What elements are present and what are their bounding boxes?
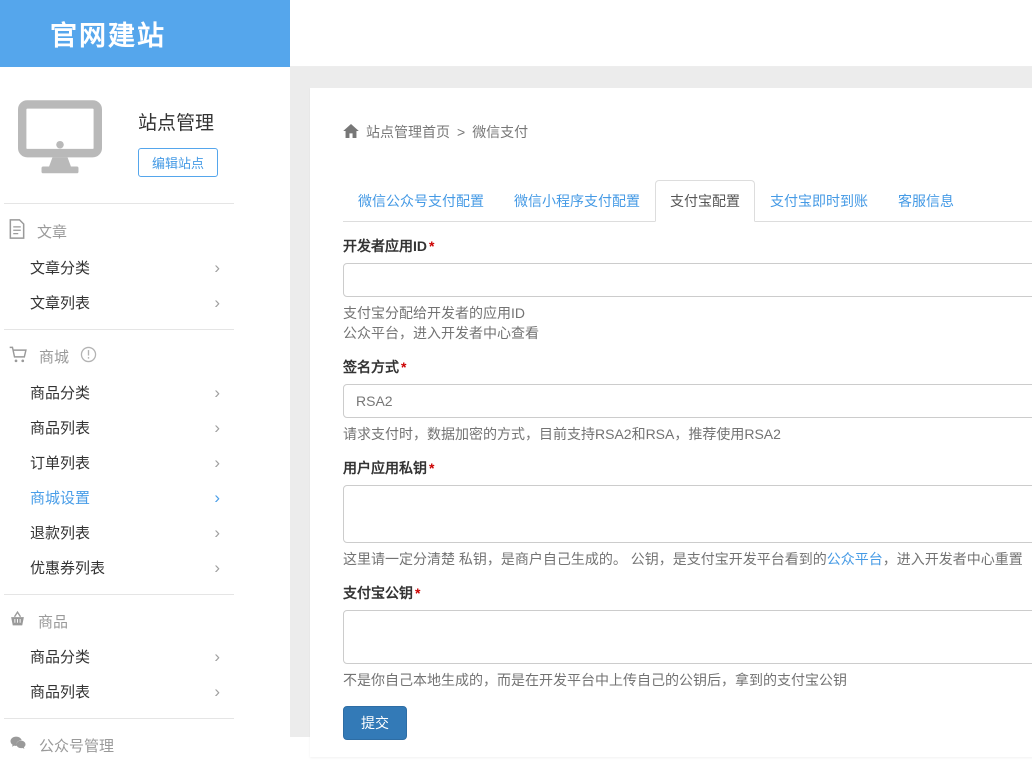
chevron-right-icon: › xyxy=(214,683,220,700)
content-card: 站点管理首页 > 微信支付 微信公众号支付配置 微信小程序支付配置 支付宝配置 … xyxy=(310,88,1032,757)
menu-item-label: 优惠券列表 xyxy=(30,557,105,578)
required-asterisk: * xyxy=(415,585,420,601)
menu-section-official-account: 公众号管理 xyxy=(0,719,290,772)
breadcrumb-current: 微信支付 xyxy=(472,122,528,142)
site-manage-title: 站点管理 xyxy=(138,108,218,135)
sidebar-menu: 文章 文章分类 › 文章列表 › 商 xyxy=(0,203,290,772)
section-header-mall: 商城 xyxy=(0,330,290,375)
tab-alipay-instant[interactable]: 支付宝即时到账 xyxy=(755,180,883,222)
help-text-after: ，进入开发者中心重置 xyxy=(883,551,1023,567)
public-platform-link[interactable]: 公众平台 xyxy=(827,551,883,567)
home-icon xyxy=(343,124,359,141)
help-text-before: 这里请一定分清楚 私钥，是商户自己生成的。 公钥，是支付宝开发平台看到的 xyxy=(343,551,827,567)
user-private-key-textarea[interactable] xyxy=(343,485,1032,543)
sidebar-item-goods-list[interactable]: 商品列表 › xyxy=(0,410,290,445)
sidebar-item-coupon-list[interactable]: 优惠券列表 › xyxy=(0,550,290,585)
field-sign-type: 签名方式* 请求支付时，数据加密的方式，目前支持RSA2和RSA，推荐使用RSA… xyxy=(343,357,1032,444)
field-label: 开发者应用ID* xyxy=(343,236,434,256)
field-label-text: 支付宝公钥 xyxy=(343,585,413,601)
sidebar-item-order-list[interactable]: 订单列表 › xyxy=(0,445,290,480)
field-help: 支付宝分配给开发者的应用ID xyxy=(343,303,1032,323)
document-icon xyxy=(8,219,26,243)
field-alipay-public-key: 支付宝公钥* 不是你自己本地生成的，而是在开发平台中上传自己的公钥后，拿到的支付… xyxy=(343,583,1032,690)
section-label: 文章 xyxy=(37,221,67,242)
submit-button[interactable]: 提交 xyxy=(343,706,407,740)
tab-bar: 微信公众号支付配置 微信小程序支付配置 支付宝配置 支付宝即时到账 客服信息 xyxy=(343,180,1032,222)
sidebar-header: 站点管理 编辑站点 xyxy=(0,67,290,179)
chevron-right-icon: › xyxy=(214,259,220,276)
sidebar-item-article-list[interactable]: 文章列表 › xyxy=(0,285,290,320)
breadcrumb: 站点管理首页 > 微信支付 xyxy=(343,122,1032,142)
menu-item-label: 文章列表 xyxy=(30,292,90,313)
chevron-right-icon: › xyxy=(214,489,220,506)
chevron-right-icon: › xyxy=(214,384,220,401)
chevron-right-icon: › xyxy=(214,524,220,541)
breadcrumb-home[interactable]: 站点管理首页 xyxy=(366,122,450,142)
section-header-article: 文章 xyxy=(0,204,290,250)
menu-item-label: 订单列表 xyxy=(30,452,90,473)
wechat-icon xyxy=(8,734,28,756)
tab-wechat-miniprogram-pay[interactable]: 微信小程序支付配置 xyxy=(499,180,655,222)
logo-block: 官网建站 xyxy=(0,0,290,67)
menu-item-label: 文章分类 xyxy=(30,257,90,278)
menu-item-label: 商品列表 xyxy=(30,681,90,702)
menu-item-label: 退款列表 xyxy=(30,522,90,543)
menu-section-product: 商品 商品分类 › 商品列表 › xyxy=(0,595,290,718)
sidebar: 站点管理 编辑站点 文章 文章分类 › 文章列表 › xyxy=(0,67,290,737)
sidebar-item-product-list[interactable]: 商品列表 › xyxy=(0,674,290,709)
field-label-text: 开发者应用ID xyxy=(343,238,427,254)
field-help: 公众平台，进入开发者中心查看 xyxy=(343,323,1032,343)
required-asterisk: * xyxy=(429,238,434,254)
chevron-right-icon: › xyxy=(214,454,220,471)
breadcrumb-separator: > xyxy=(457,124,465,140)
cart-icon xyxy=(8,345,28,368)
section-header-official-account[interactable]: 公众号管理 xyxy=(0,719,290,763)
required-asterisk: * xyxy=(401,359,406,375)
sidebar-item-article-category[interactable]: 文章分类 › xyxy=(0,250,290,285)
menu-item-label: 商品分类 xyxy=(30,382,90,403)
top-bar: 官网建站 xyxy=(0,0,1032,67)
menu-section-mall: 商城 商品分类 › 商品列表 › 订单列表 › xyxy=(0,330,290,594)
chevron-right-icon: › xyxy=(214,294,220,311)
sidebar-header-right: 站点管理 编辑站点 xyxy=(138,100,218,179)
chevron-right-icon: › xyxy=(214,419,220,436)
main-area: 站点管理首页 > 微信支付 微信公众号支付配置 微信小程序支付配置 支付宝配置 … xyxy=(290,67,1032,737)
required-asterisk: * xyxy=(429,460,434,476)
chevron-right-icon: › xyxy=(214,559,220,576)
field-help: 请求支付时，数据加密的方式，目前支持RSA2和RSA，推荐使用RSA2 xyxy=(343,424,1032,444)
tab-alipay-config[interactable]: 支付宝配置 xyxy=(655,180,755,222)
field-label: 签名方式* xyxy=(343,357,406,377)
sidebar-item-goods-category[interactable]: 商品分类 › xyxy=(0,375,290,410)
sidebar-item-refund-list[interactable]: 退款列表 › xyxy=(0,515,290,550)
menu-section-article: 文章 文章分类 › 文章列表 › xyxy=(0,204,290,329)
edit-site-button[interactable]: 编辑站点 xyxy=(138,148,218,177)
field-label: 用户应用私钥* xyxy=(343,458,434,478)
menu-item-label: 商品列表 xyxy=(30,417,90,438)
sidebar-item-product-category[interactable]: 商品分类 › xyxy=(0,639,290,674)
section-label: 公众号管理 xyxy=(39,735,114,756)
field-help: 不是你自己本地生成的，而是在开发平台中上传自己的公钥后，拿到的支付宝公钥 xyxy=(343,670,1032,690)
tab-customer-service[interactable]: 客服信息 xyxy=(883,180,969,222)
exclamation-circle-icon xyxy=(80,346,97,367)
developer-app-id-input[interactable] xyxy=(343,263,1032,297)
field-label-text: 签名方式 xyxy=(343,359,399,375)
chevron-right-icon: › xyxy=(214,648,220,665)
field-help: 这里请一定分清楚 私钥，是商户自己生成的。 公钥，是支付宝开发平台看到的公众平台… xyxy=(343,549,1032,569)
section-header-product: 商品 xyxy=(0,595,290,639)
basket-icon xyxy=(8,610,27,632)
sidebar-item-mall-settings[interactable]: 商城设置 › xyxy=(0,480,290,515)
monitor-icon xyxy=(18,100,102,179)
field-label-text: 用户应用私钥 xyxy=(343,460,427,476)
section-label: 商城 xyxy=(39,346,69,367)
menu-item-label: 商品分类 xyxy=(30,646,90,667)
app-logo: 官网建站 xyxy=(50,14,166,53)
field-developer-app-id: 开发者应用ID* 支付宝分配给开发者的应用ID 公众平台，进入开发者中心查看 xyxy=(343,236,1032,343)
menu-item-label: 商城设置 xyxy=(30,487,90,508)
alipay-public-key-textarea[interactable] xyxy=(343,610,1032,664)
tab-wechat-official-pay[interactable]: 微信公众号支付配置 xyxy=(343,180,499,222)
sign-type-input[interactable] xyxy=(343,384,1032,418)
field-user-private-key: 用户应用私钥* 这里请一定分清楚 私钥，是商户自己生成的。 公钥，是支付宝开发平… xyxy=(343,458,1032,569)
section-label: 商品 xyxy=(38,611,68,632)
field-label: 支付宝公钥* xyxy=(343,583,420,603)
